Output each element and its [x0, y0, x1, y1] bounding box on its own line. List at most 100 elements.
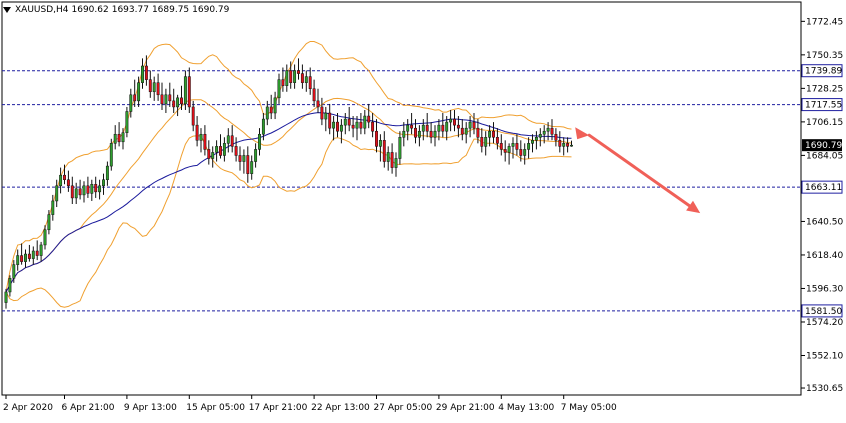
candle[interactable]: [109, 138, 113, 171]
candle-body: [460, 127, 464, 135]
candle-body: [180, 97, 183, 105]
candle-body: [320, 106, 324, 120]
price-tick-label: 1574.20: [806, 318, 843, 328]
candle-body: [152, 82, 156, 93]
price-chart[interactable]: 1772.45 1750.35 1728.25 1706.15 1684.05 1640.…: [0, 0, 846, 419]
candle-body: [102, 179, 105, 187]
candle[interactable]: [183, 70, 187, 110]
candle-body: [511, 143, 515, 147]
price-tick-label: 1684.05: [806, 151, 843, 161]
candle-body: [230, 135, 234, 147]
candle-body: [86, 185, 90, 194]
current-price-label: 1690.79: [805, 141, 842, 151]
price-tick-label: 1552.10: [806, 351, 843, 361]
candle-body: [534, 137, 538, 141]
price-tick-label: 1596.30: [806, 284, 843, 294]
candle-body: [74, 188, 78, 199]
candle-body: [519, 149, 523, 156]
candle-body: [359, 121, 363, 129]
candle-body: [499, 143, 503, 150]
price-tick-label: 1750.35: [806, 51, 843, 61]
candle-body: [421, 124, 425, 132]
candle-body: [160, 94, 164, 105]
dropdown-triangle-icon[interactable]: [3, 7, 11, 13]
candle-body: [531, 140, 534, 144]
candle-body: [66, 179, 70, 187]
candle-body: [191, 106, 195, 126]
candle-body: [355, 121, 359, 129]
time-axis: 2 Apr 2020 6 Apr 21:00 9 Apr 13:00 15 Apr 0…: [3, 395, 617, 413]
candle-body: [375, 130, 378, 147]
candle-body: [554, 133, 558, 141]
time-tick-label: 17 Apr 21:00: [249, 403, 308, 413]
candle-body: [78, 188, 82, 196]
candle-body: [445, 121, 449, 132]
candle-body: [207, 149, 211, 159]
candle-body: [183, 76, 187, 105]
candle-body: [199, 133, 203, 141]
candle-body: [410, 124, 414, 129]
candle-body: [378, 140, 382, 147]
candle-body: [176, 97, 180, 108]
candle-body: [47, 214, 51, 231]
candle-body: [254, 149, 258, 162]
level-price-label: 1739.89: [805, 67, 842, 77]
candle-body: [402, 130, 406, 138]
candle-body: [277, 79, 281, 99]
candle-body: [515, 143, 519, 150]
candle-body: [371, 121, 375, 132]
candle-body: [144, 65, 148, 80]
candle-body: [70, 185, 74, 199]
time-tick-label: 27 Apr 05:00: [374, 403, 433, 413]
candle-body: [113, 133, 117, 144]
candle-body: [125, 111, 129, 133]
candle-body: [437, 124, 441, 132]
candle-body: [304, 76, 308, 83]
candle-body: [429, 130, 433, 138]
candle-body: [35, 250, 39, 256]
candle-body: [570, 144, 573, 147]
candle-body: [550, 127, 554, 135]
candle-body: [250, 161, 254, 174]
candle-body: [449, 118, 453, 123]
candle-body: [316, 100, 320, 108]
candle-body: [148, 79, 152, 93]
price-axis: 1772.45 1750.35 1728.25 1706.15 1684.05 1640.…: [801, 17, 843, 394]
candle-body: [523, 149, 527, 156]
candle-body: [300, 73, 304, 83]
candle-body: [285, 70, 289, 86]
time-tick-label: 7 May 05:00: [561, 403, 617, 413]
candle[interactable]: [125, 106, 129, 138]
candle-body: [433, 130, 437, 138]
price-tick-label: 1772.45: [806, 17, 843, 27]
candle-body: [215, 146, 219, 153]
candle-body: [492, 130, 495, 138]
candle-body: [20, 255, 24, 262]
candle-body: [187, 76, 191, 108]
candle-body: [258, 133, 261, 150]
candle-body: [382, 140, 386, 162]
candle-body: [105, 165, 109, 180]
candle-body: [472, 121, 476, 129]
candle-body: [234, 146, 238, 156]
candle-body: [293, 70, 297, 83]
time-tick-label: 15 Apr 05:00: [186, 403, 245, 413]
time-tick-label: 6 Apr 21:00: [62, 403, 115, 413]
chart-canvas[interactable]: 1772.45 1750.35 1728.25 1706.15 1684.05 1640.…: [0, 0, 846, 419]
symbol-info-bar: XAUUSD,H4 1690.62 1693.77 1689.75 1690.7…: [3, 3, 229, 17]
candle-body: [94, 184, 98, 193]
close-value: 1690.79: [192, 5, 230, 15]
candle-body: [238, 155, 242, 162]
candle-body: [195, 124, 199, 141]
candle-body: [269, 106, 273, 114]
candle-body: [51, 200, 55, 215]
candle-body: [16, 255, 20, 265]
candle-body: [308, 76, 312, 89]
candle-body: [226, 135, 230, 144]
candle-body: [312, 88, 316, 102]
candle-body: [24, 253, 27, 262]
price-tick-label: 1706.15: [806, 118, 843, 128]
candle-body: [261, 118, 265, 135]
candle-body: [546, 127, 550, 132]
time-tick-label: 29 Apr 21:00: [436, 403, 495, 413]
